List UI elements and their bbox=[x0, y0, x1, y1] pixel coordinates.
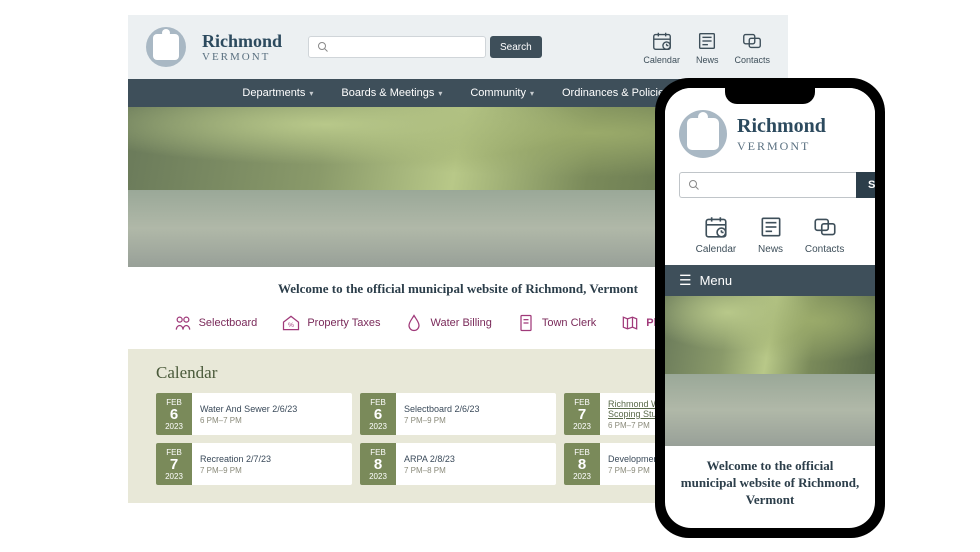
event-date: FEB62023 bbox=[360, 393, 396, 435]
clerk-icon bbox=[516, 313, 536, 333]
quick-clerk[interactable]: Town Clerk bbox=[516, 313, 596, 333]
search-button[interactable]: Search bbox=[490, 36, 542, 58]
quick-selectboard[interactable]: Selectboard bbox=[173, 313, 258, 333]
mobile-link-calendar[interactable]: Calendar bbox=[696, 214, 737, 255]
mobile-search-bar[interactable] bbox=[679, 172, 856, 198]
event-time: 7 PM–8 PM bbox=[404, 466, 455, 475]
contacts-icon bbox=[741, 30, 763, 52]
event-date: FEB72023 bbox=[564, 393, 600, 435]
mobile-logo[interactable] bbox=[679, 110, 727, 158]
event-title: Selectboard 2/6/23 bbox=[404, 404, 480, 414]
mobile-menu-button[interactable]: Menu bbox=[665, 265, 875, 296]
event-date: FEB72023 bbox=[156, 443, 192, 485]
mobile-link-contacts[interactable]: Contacts bbox=[805, 214, 844, 255]
svg-text:%: % bbox=[288, 322, 294, 329]
header-link-contacts[interactable]: Contacts bbox=[734, 30, 770, 65]
mobile-search: Search bbox=[679, 172, 861, 198]
phone-mockup: Richmond VERMONT Search Calendar News Co… bbox=[655, 78, 885, 538]
site-logo[interactable] bbox=[146, 27, 186, 67]
news-icon bbox=[696, 30, 718, 52]
brand: Richmond VERMONT bbox=[202, 32, 282, 63]
planning-icon bbox=[620, 313, 640, 333]
event-date: FEB82023 bbox=[360, 443, 396, 485]
header: Richmond VERMONT Search Calendar News Co… bbox=[128, 15, 788, 79]
header-link-calendar[interactable]: Calendar bbox=[643, 30, 680, 65]
mobile-search-input[interactable] bbox=[706, 179, 848, 191]
event-time: 7 PM–9 PM bbox=[200, 466, 271, 475]
search-bar[interactable] bbox=[308, 36, 486, 58]
selectboard-icon bbox=[173, 313, 193, 333]
mobile-search-button[interactable]: Search bbox=[856, 172, 875, 198]
search-icon bbox=[688, 179, 700, 191]
nav-departments[interactable]: Departments bbox=[228, 79, 327, 107]
event-title: Recreation 2/7/23 bbox=[200, 454, 271, 464]
event-date: FEB82023 bbox=[564, 443, 600, 485]
phone-screen: Richmond VERMONT Search Calendar News Co… bbox=[665, 88, 875, 528]
search: Search bbox=[308, 36, 518, 58]
event-item[interactable]: FEB82023 ARPA 2/8/23 7 PM–8 PM bbox=[360, 443, 556, 485]
quick-taxes[interactable]: % Property Taxes bbox=[281, 313, 380, 333]
quick-water[interactable]: Water Billing bbox=[404, 313, 491, 333]
nav-community[interactable]: Community bbox=[456, 79, 548, 107]
header-links: Calendar News Contacts bbox=[643, 30, 770, 65]
brand-name: Richmond bbox=[202, 32, 282, 50]
event-item[interactable]: FEB62023 Selectboard 2/6/23 7 PM–9 PM bbox=[360, 393, 556, 435]
event-item[interactable]: FEB62023 Water And Sewer 2/6/23 6 PM–7 P… bbox=[156, 393, 352, 435]
news-icon bbox=[758, 214, 784, 240]
search-icon bbox=[317, 41, 329, 53]
event-body: Recreation 2/7/23 7 PM–9 PM bbox=[192, 443, 279, 485]
header-link-news[interactable]: News bbox=[696, 30, 719, 65]
mobile-header-links: Calendar News Contacts bbox=[665, 208, 875, 265]
event-body: ARPA 2/8/23 7 PM–8 PM bbox=[396, 443, 463, 485]
mobile-brand: Richmond VERMONT bbox=[737, 115, 826, 154]
taxes-icon: % bbox=[281, 313, 301, 333]
search-input[interactable] bbox=[335, 41, 477, 53]
event-title: ARPA 2/8/23 bbox=[404, 454, 455, 464]
calendar-icon bbox=[651, 30, 673, 52]
contacts-icon bbox=[812, 214, 838, 240]
calendar-icon bbox=[703, 214, 729, 240]
brand-sub: VERMONT bbox=[202, 52, 282, 63]
event-time: 7 PM–9 PM bbox=[404, 416, 480, 425]
event-title: Water And Sewer 2/6/23 bbox=[200, 404, 297, 414]
event-item[interactable]: FEB72023 Recreation 2/7/23 7 PM–9 PM bbox=[156, 443, 352, 485]
event-date: FEB62023 bbox=[156, 393, 192, 435]
mobile-welcome-text: Welcome to the official municipal websit… bbox=[665, 446, 875, 521]
event-time: 6 PM–7 PM bbox=[200, 416, 297, 425]
mobile-link-news[interactable]: News bbox=[758, 214, 784, 255]
nav-boards[interactable]: Boards & Meetings bbox=[327, 79, 456, 107]
event-body: Water And Sewer 2/6/23 6 PM–7 PM bbox=[192, 393, 305, 435]
mobile-hero-image bbox=[665, 296, 875, 446]
water-icon bbox=[404, 313, 424, 333]
event-body: Selectboard 2/6/23 7 PM–9 PM bbox=[396, 393, 488, 435]
